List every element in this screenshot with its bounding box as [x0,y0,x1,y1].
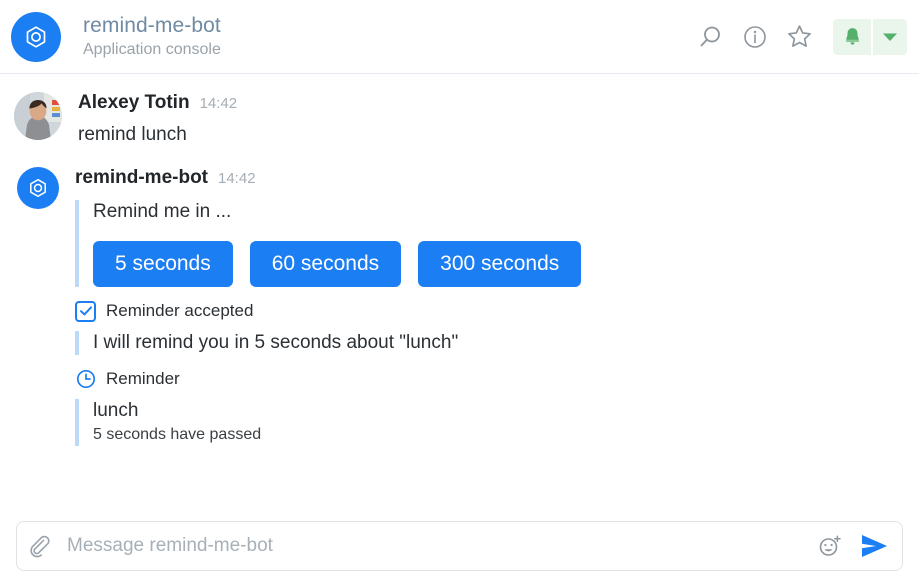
page-subtitle: Application console [83,41,221,59]
message-header: remind-me-bot 14:42 [75,167,903,191]
message-author: Alexey Totin [78,92,190,113]
notification-bell-button[interactable] [833,18,871,55]
reminder-accepted-text: I will remind you in 5 seconds about "lu… [93,331,459,353]
reminder-300-seconds-button[interactable]: 300 seconds [418,241,582,287]
app-icon[interactable] [11,11,61,62]
send-button[interactable] [852,524,896,568]
status-badge: Reminder [106,369,180,389]
reminder-60-seconds-button[interactable]: 60 seconds [249,241,402,287]
status-badge: Reminder accepted [106,301,254,320]
avatar[interactable] [14,92,62,140]
bot-prompt-text: Remind me in ... [93,201,232,222]
bot-prompt-block: Remind me in ... 5 seconds 60 seconds 30… [75,200,903,287]
reminder-fired-block: lunch 5 seconds have passed [75,398,903,446]
chevron-down-icon [883,33,897,41]
reminder-accepted-status: Reminder accepted [75,300,903,322]
notification-dropdown-button[interactable] [873,18,907,55]
hexagon-app-icon [30,178,46,198]
reminder-subtext: 5 seconds have passed [93,426,262,444]
message-timestamp: 14:42 [199,95,238,112]
message-timestamp: 14:42 [218,170,256,187]
message-body: Alexey Totin 14:42 remind lunch [78,92,903,146]
info-icon[interactable] [733,15,777,59]
message-author: remind-me-bot [75,167,208,188]
quick-reply-buttons: 5 seconds 60 seconds 300 seconds [93,241,903,287]
header-actions [689,15,907,59]
reminder-5-seconds-button[interactable]: 5 seconds [93,241,233,287]
notification-group [833,18,907,55]
reminder-accepted-block: I will remind you in 5 seconds about "lu… [75,330,903,355]
message-composer[interactable] [16,521,903,571]
search-icon[interactable] [689,15,733,59]
emoji-add-icon[interactable] [808,524,852,568]
checkbox-checked-icon[interactable] [75,300,96,322]
page-title: remind-me-bot [83,13,221,37]
hexagon-app-icon [26,25,46,48]
paperclip-icon[interactable] [17,534,61,558]
message-list[interactable]: Alexey Totin 14:42 remind lunch remind-m… [0,75,919,511]
message-input[interactable] [61,535,808,557]
send-icon [862,535,887,557]
header-titles: remind-me-bot Application console [83,14,221,59]
user-photo-avatar [14,92,62,140]
bell-icon [845,28,859,45]
message-item-bot: remind-me-bot 14:42 Remind me in ... 5 s… [0,167,919,446]
message-text: remind lunch [78,124,187,145]
reminder-title: lunch [93,399,139,421]
reminder-fired-status: Reminder [75,369,903,390]
clock-icon [75,369,96,390]
app-header: remind-me-bot Application console [0,0,919,74]
avatar[interactable] [17,167,59,209]
message-body: remind-me-bot 14:42 Remind me in ... 5 s… [75,167,903,446]
message-item-user: Alexey Totin 14:42 remind lunch [0,92,919,146]
star-icon[interactable] [777,15,821,59]
message-header: Alexey Totin 14:42 [78,92,903,116]
